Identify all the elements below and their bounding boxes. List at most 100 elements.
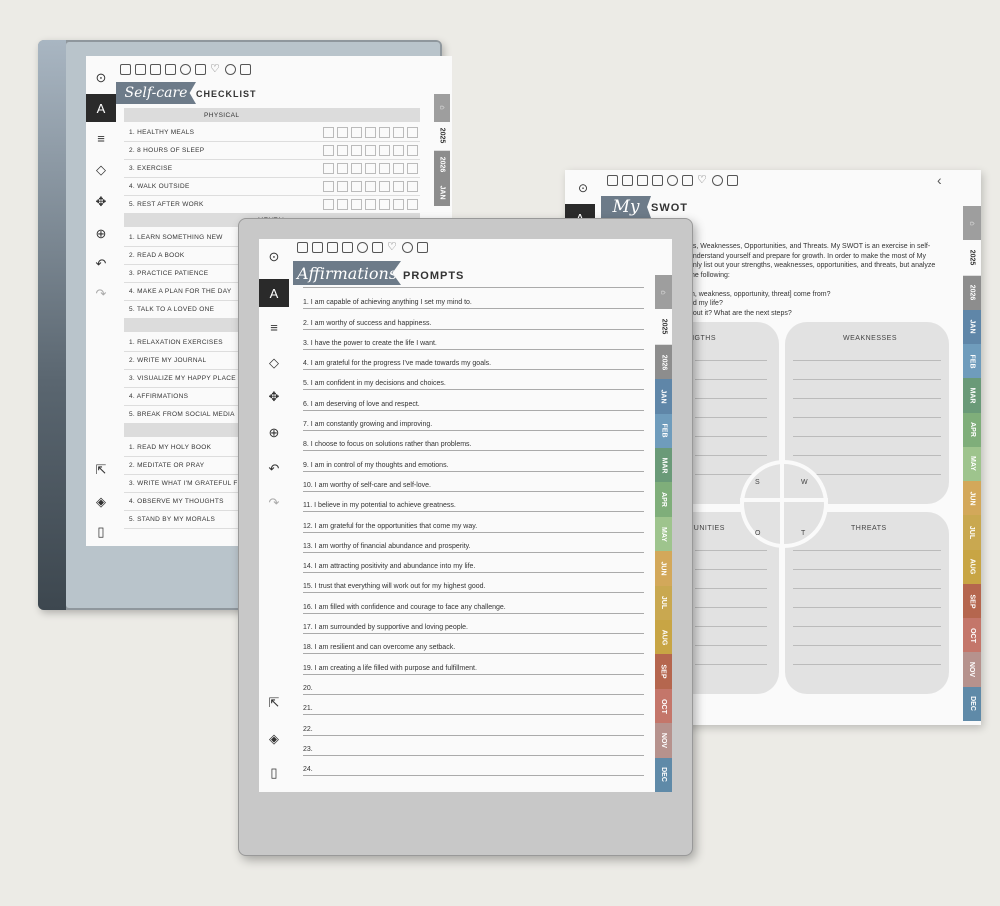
affirmation-line[interactable]: 5. I am confident in my decisions and ch… xyxy=(303,370,644,391)
tab-mar[interactable]: MAR xyxy=(655,448,672,483)
writing-line[interactable] xyxy=(695,417,767,418)
tab-feb[interactable]: FEB xyxy=(963,344,981,379)
tab-aug[interactable]: AUG xyxy=(655,620,672,655)
day-checkbox[interactable] xyxy=(323,126,334,138)
day-checkbox[interactable] xyxy=(379,162,390,174)
affirmation-line[interactable]: 2. I am worthy of success and happiness. xyxy=(303,309,644,330)
day-checkbox[interactable] xyxy=(393,162,404,174)
tab-may[interactable]: MAY xyxy=(655,516,672,552)
day-checkbox[interactable] xyxy=(337,126,348,138)
notebook-icon[interactable]: ▯ xyxy=(91,522,111,542)
tab-nov[interactable]: NOV xyxy=(963,652,981,687)
heart-icon[interactable]: ♡ xyxy=(697,175,708,186)
wallet-icon[interactable] xyxy=(682,175,693,186)
briefcase-icon[interactable] xyxy=(165,64,176,75)
affirmation-line[interactable]: 15. I trust that everything will work ou… xyxy=(303,573,644,594)
day-checkbox[interactable] xyxy=(365,162,376,174)
affirmation-line[interactable]: 16. I am filled with confidence and cour… xyxy=(303,594,644,614)
tab-sep[interactable]: SEP xyxy=(963,583,981,619)
menu-icon[interactable]: ≡ xyxy=(264,317,284,337)
day-checkbox[interactable] xyxy=(351,144,362,156)
tab-jul[interactable]: JUL xyxy=(655,585,672,621)
writing-line[interactable] xyxy=(793,550,941,551)
writing-line[interactable] xyxy=(793,417,941,418)
tab-dec[interactable]: DEC xyxy=(963,686,981,721)
day-checkbox[interactable] xyxy=(351,126,362,138)
tab-aug[interactable]: AUG xyxy=(963,549,981,584)
tab-year[interactable]: 2025 xyxy=(963,240,981,276)
writing-line[interactable] xyxy=(695,645,767,646)
writing-line[interactable] xyxy=(793,626,941,627)
tab-may[interactable]: MAY xyxy=(963,446,981,482)
affirmation-line[interactable]: 10. I am worthy of self-care and self-lo… xyxy=(303,472,644,492)
writing-line[interactable] xyxy=(793,588,941,589)
day-checkbox[interactable] xyxy=(323,144,334,156)
affirmation-line[interactable]: 13. I am worthy of financial abundance a… xyxy=(303,533,644,553)
wallet-icon[interactable] xyxy=(195,64,206,75)
share-icon[interactable]: ⇱ xyxy=(264,693,284,713)
tab-jul[interactable]: JUL xyxy=(963,515,981,550)
target-icon[interactable] xyxy=(357,242,368,253)
day-checkbox[interactable] xyxy=(337,180,348,192)
tab-nov[interactable]: NOV xyxy=(655,723,672,758)
writing-line[interactable] xyxy=(793,664,941,665)
day-checkbox[interactable] xyxy=(393,180,404,192)
writing-line[interactable] xyxy=(695,626,767,627)
day-checkbox[interactable] xyxy=(365,144,376,156)
affirmation-line[interactable]: 12. I am grateful for the opportunities … xyxy=(303,512,644,533)
pen-icon[interactable]: A xyxy=(86,94,116,122)
undo-icon[interactable]: ↶ xyxy=(91,254,111,274)
affirmation-line[interactable]: 6. I am deserving of love and respect. xyxy=(303,391,644,411)
redo-icon[interactable]: ↷ xyxy=(264,493,284,513)
day-checkbox[interactable] xyxy=(323,180,334,192)
tab-feb[interactable]: FEB xyxy=(655,413,672,449)
checkbox-icon[interactable] xyxy=(327,242,338,253)
redo-icon[interactable]: ↷ xyxy=(91,284,111,304)
writing-line[interactable] xyxy=(695,455,767,456)
home-icon[interactable] xyxy=(607,175,618,186)
tab-2026[interactable]: 2026 xyxy=(963,275,981,310)
pen-icon[interactable]: A xyxy=(259,279,289,307)
tab-home[interactable]: ⌂ xyxy=(434,94,450,122)
affirmation-line[interactable]: 7. I am constantly growing and improving… xyxy=(303,411,644,432)
tab-home[interactable]: ⌂ xyxy=(963,206,981,241)
day-checkbox[interactable] xyxy=(393,144,404,156)
chevron-left-icon[interactable]: ‹ xyxy=(937,172,942,188)
checkbox-icon[interactable] xyxy=(637,175,648,186)
briefcase-icon[interactable] xyxy=(342,242,353,253)
eraser-icon[interactable]: ◇ xyxy=(264,353,284,373)
day-checkbox[interactable] xyxy=(407,198,418,210)
affirmation-line[interactable]: 14. I am attracting positivity and abund… xyxy=(303,553,644,574)
affirmation-line[interactable]: 19. I am creating a life filled with pur… xyxy=(303,654,644,675)
timer-icon[interactable]: ⊙ xyxy=(264,247,284,267)
layers-icon[interactable]: ◈ xyxy=(91,492,111,512)
clipboard-icon[interactable] xyxy=(622,175,633,186)
writing-line[interactable] xyxy=(695,588,767,589)
affirmation-line[interactable]: 8. I choose to focus on solutions rather… xyxy=(303,431,644,452)
writing-line[interactable] xyxy=(695,360,767,361)
affirmation-line[interactable]: 21. xyxy=(303,695,644,716)
affirmation-line[interactable]: 18. I am resilient and can overcome any … xyxy=(303,634,644,655)
writing-line[interactable] xyxy=(793,436,941,437)
menu-icon[interactable]: ≡ xyxy=(91,128,111,148)
tab-home[interactable]: ⌂ xyxy=(655,275,672,310)
day-checkbox[interactable] xyxy=(407,144,418,156)
tab-sep[interactable]: SEP xyxy=(655,654,672,689)
heart-icon[interactable]: ♡ xyxy=(387,242,398,253)
home-icon[interactable] xyxy=(120,64,131,75)
day-checkbox[interactable] xyxy=(337,198,348,210)
day-checkbox[interactable] xyxy=(365,198,376,210)
clipboard-icon[interactable] xyxy=(135,64,146,75)
affirmation-line[interactable]: 3. I have the power to create the life I… xyxy=(303,330,644,350)
clipboard-icon[interactable] xyxy=(312,242,323,253)
zoom-icon[interactable]: ⊕ xyxy=(91,224,111,244)
day-checkbox[interactable] xyxy=(379,144,390,156)
tab-oct[interactable]: OCT xyxy=(963,618,981,653)
writing-line[interactable] xyxy=(793,569,941,570)
writing-line[interactable] xyxy=(695,398,767,399)
day-checkbox[interactable] xyxy=(351,180,362,192)
wallet-icon[interactable] xyxy=(372,242,383,253)
day-checkbox[interactable] xyxy=(379,180,390,192)
tab-2025[interactable]: 2025 xyxy=(434,121,450,151)
checkbox-icon[interactable] xyxy=(150,64,161,75)
